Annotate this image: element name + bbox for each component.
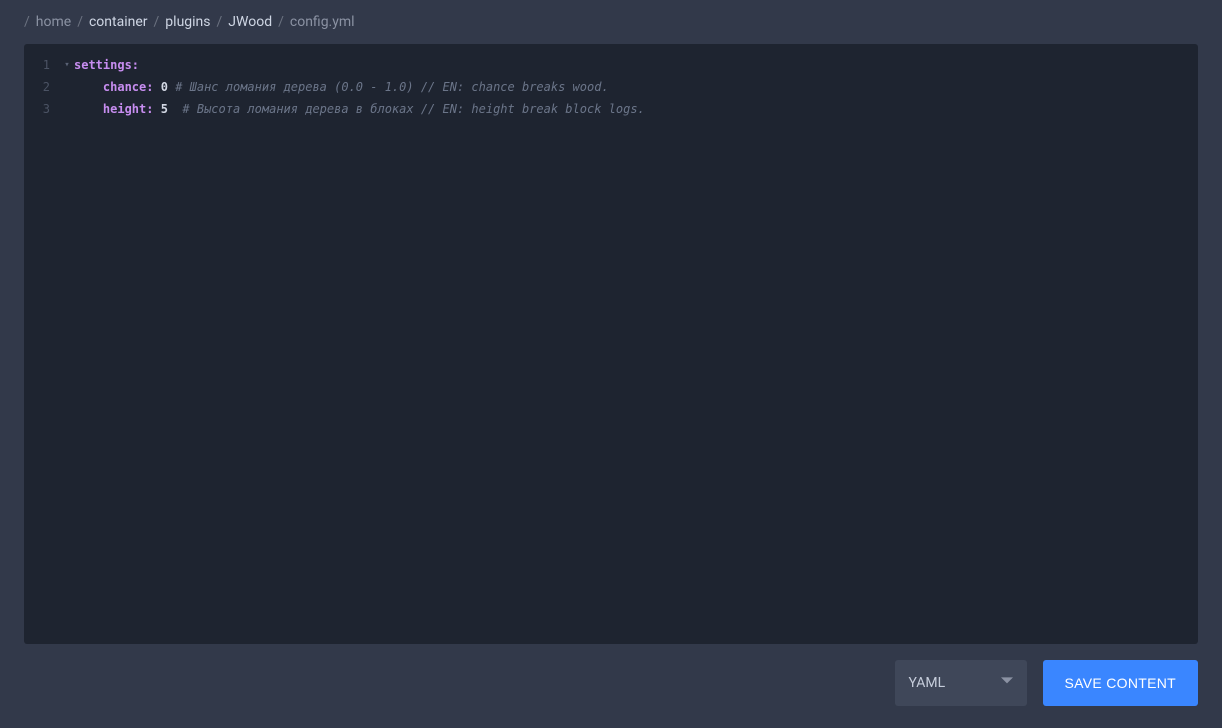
fold-toggle-icon[interactable]: ▾: [60, 54, 74, 76]
fold-spacer: [60, 76, 74, 98]
line-number: 1: [24, 54, 60, 76]
language-select-value: YAML: [909, 675, 946, 691]
code-line[interactable]: chance: 0 # Шанс ломания дерева (0.0 - 1…: [74, 76, 1198, 98]
code-token-key: settings: [74, 58, 132, 72]
code-line[interactable]: settings:: [74, 54, 1198, 76]
line-number: 2: [24, 76, 60, 98]
breadcrumb: / home / container / plugins / JWood / c…: [0, 0, 1222, 44]
code-token-plain: [168, 102, 182, 116]
editor-gutter: 1 2 3: [24, 44, 60, 644]
code-token-val: 0: [161, 80, 168, 94]
code-token-colon: :: [146, 80, 160, 94]
code-token-mapkey: height: [103, 102, 146, 116]
breadcrumb-home[interactable]: home: [36, 14, 71, 30]
code-token-comment: # Шанс ломания дерева (0.0 - 1.0) // EN:…: [175, 80, 608, 94]
code-token-colon: :: [146, 102, 160, 116]
code-line[interactable]: height: 5 # Высота ломания дерева в блок…: [74, 98, 1198, 120]
breadcrumb-plugins[interactable]: plugins: [165, 14, 210, 30]
code-token-plain: [74, 102, 103, 116]
language-select[interactable]: YAML: [895, 660, 1027, 706]
breadcrumb-sep: /: [24, 14, 30, 30]
code-token-comment: # Высота ломания дерева в блоках // EN: …: [182, 102, 644, 116]
code-editor[interactable]: 1 2 3 ▾ settings: chance: 0 # Шанс ломан…: [24, 44, 1198, 644]
breadcrumb-current-file: config.yml: [290, 14, 355, 30]
fold-column: ▾: [60, 44, 74, 644]
code-token-colon: :: [132, 58, 139, 72]
editor-footer: YAML SAVE CONTENT: [0, 644, 1222, 706]
code-token-plain: [74, 80, 103, 94]
breadcrumb-jwood[interactable]: JWood: [228, 14, 272, 30]
breadcrumb-sep: /: [278, 14, 284, 30]
breadcrumb-sep: /: [77, 14, 83, 30]
breadcrumb-sep: /: [154, 14, 160, 30]
code-token-val: 5: [161, 102, 168, 116]
fold-spacer: [60, 98, 74, 120]
breadcrumb-container[interactable]: container: [89, 14, 148, 30]
chevron-down-icon: [1001, 675, 1013, 691]
code-area[interactable]: settings: chance: 0 # Шанс ломания дерев…: [74, 44, 1198, 644]
save-content-button[interactable]: SAVE CONTENT: [1043, 660, 1198, 706]
breadcrumb-sep: /: [217, 14, 223, 30]
line-number: 3: [24, 98, 60, 120]
code-token-mapkey: chance: [103, 80, 146, 94]
